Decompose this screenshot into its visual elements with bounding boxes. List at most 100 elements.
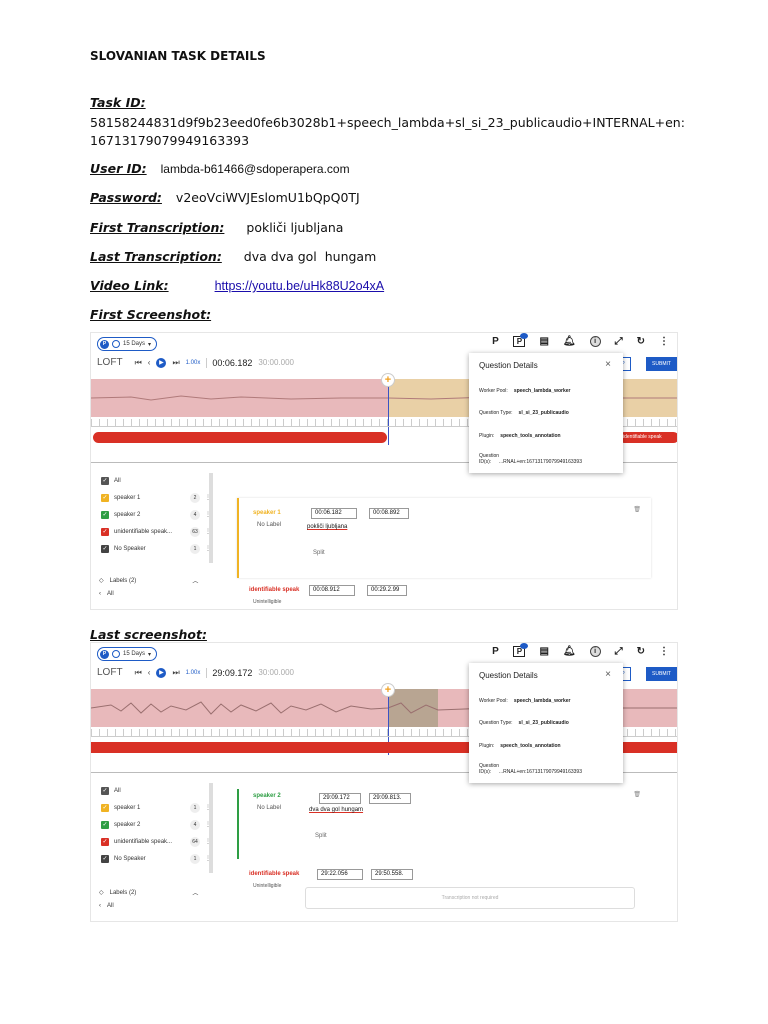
speaker-row[interactable]: ✓ No Speaker 1 ⋮ xyxy=(101,540,211,557)
expand-icon[interactable]: ⤢ xyxy=(615,336,623,347)
labels-header[interactable]: Labels (2) xyxy=(110,578,137,584)
skip-back-icon-2[interactable]: ⏮ xyxy=(135,668,142,678)
chevron-left-icon[interactable]: ‹ xyxy=(99,591,101,597)
segment-end-2[interactable]: 00:29.2.99 xyxy=(367,585,407,596)
speaker-row[interactable]: ✓ speaker 2 4 ⋮ xyxy=(101,506,211,523)
bell-icon-2[interactable]: 🔔︎ xyxy=(563,646,576,657)
checkbox-icon[interactable]: ✓ xyxy=(101,510,109,519)
segment-end[interactable]: 00:08.892 xyxy=(369,508,409,519)
prev-icon-2[interactable]: ‹ xyxy=(148,668,151,677)
submit-button-2[interactable]: SUBMIT xyxy=(646,667,677,681)
segment-card-4[interactable]: identifiable speak Unintelligible 29:22.… xyxy=(237,867,651,917)
play-icon-2[interactable]: ▶ xyxy=(156,667,167,678)
segment-bar[interactable] xyxy=(93,432,387,443)
speaker-row[interactable]: ✓ unidentifiable speak... 64 ⋮ xyxy=(101,833,211,850)
segment-label-2[interactable]: Unintelligible xyxy=(253,599,281,605)
submit-button[interactable]: SUBMIT xyxy=(646,357,677,371)
chevron-up-icon-2[interactable]: ︿ xyxy=(192,888,198,897)
segment-card-2[interactable]: identifiable speak Unintelligible 00:08.… xyxy=(237,583,651,609)
loft-label-2: LOFT xyxy=(97,667,123,678)
user-id-label: User ID: xyxy=(90,161,147,176)
close-icon-2[interactable]: × xyxy=(605,669,611,680)
question-type-row: Question Type: sl_si_23_publicaudio xyxy=(479,410,569,416)
calculator-icon[interactable]: ▤ xyxy=(539,336,548,347)
segment-label[interactable]: No Label xyxy=(257,522,281,528)
speaker-list-scrollbar-2[interactable] xyxy=(209,783,213,873)
checkbox-icon[interactable]: ✓ xyxy=(101,476,109,485)
segment-start-3[interactable]: 29:09.172 xyxy=(319,793,361,804)
speaker-row[interactable]: ✓ All xyxy=(101,782,211,799)
labels-header-2[interactable]: Labels (2) xyxy=(110,890,137,896)
next-icon-2[interactable]: ⏭ xyxy=(172,668,179,678)
split-button-3[interactable]: Split xyxy=(315,833,327,839)
speaker-row[interactable]: ✓ speaker 1 2 ⋮ xyxy=(101,489,211,506)
skip-back-icon[interactable]: ⏮ xyxy=(135,358,142,368)
player-controls: LOFT ⏮ ‹ ▶ ⏭ 1.00x 00:06.182 30:00.000 xyxy=(97,357,294,368)
segment-speaker[interactable]: speaker 1 xyxy=(253,510,281,516)
question-id-row-2: Question ID(s): ...RNAL+en:16713179079949… xyxy=(479,763,582,775)
speaker-row[interactable]: ✓ speaker 2 4 ⋮ xyxy=(101,816,211,833)
checkbox-icon[interactable]: ✓ xyxy=(101,544,109,553)
p-badge-button[interactable]: P xyxy=(513,333,529,347)
checkbox-icon[interactable]: ✓ xyxy=(101,527,109,536)
labels-all-2[interactable]: All xyxy=(107,903,114,909)
refresh-icon-2[interactable]: ↻ xyxy=(637,646,645,657)
segment-start-2[interactable]: 00:08.912 xyxy=(309,585,355,596)
speaker-row[interactable]: ✓ speaker 1 1 ⋮ xyxy=(101,799,211,816)
play-icon[interactable]: ▶ xyxy=(156,357,167,368)
segment-end-3[interactable]: 29:09.813. xyxy=(369,793,411,804)
next-icon[interactable]: ⏭ xyxy=(172,358,179,368)
segment-transcript[interactable]: pokliči ljubljana xyxy=(307,524,347,530)
add-segment-icon[interactable]: + xyxy=(381,373,395,387)
speaker-row[interactable]: ✓ unidentifiable speak... 63 ⋮ xyxy=(101,523,211,540)
segment-speaker-4[interactable]: identifiable speak xyxy=(249,871,299,877)
add-segment-icon-2[interactable]: + xyxy=(381,683,395,697)
more-icon[interactable]: ⋮ xyxy=(659,336,669,347)
segment-speaker-3[interactable]: speaker 2 xyxy=(253,793,281,799)
playhead[interactable] xyxy=(388,377,389,445)
speaker-list-scrollbar[interactable] xyxy=(209,473,213,563)
segment-speaker-2[interactable]: identifiable speak xyxy=(249,587,299,593)
checkbox-icon[interactable]: ✓ xyxy=(101,854,109,863)
segment-bar-label[interactable]: identifiable speak xyxy=(619,432,677,443)
segment-card-1[interactable]: speaker 1 No Label 00:06.182 00:08.892 p… xyxy=(237,498,651,578)
segment-label-3[interactable]: No Label xyxy=(257,805,281,811)
checkbox-icon[interactable]: ✓ xyxy=(101,820,109,829)
info-icon-2[interactable]: i xyxy=(589,646,601,657)
checkbox-icon[interactable]: ✓ xyxy=(101,786,109,795)
more-icon-2[interactable]: ⋮ xyxy=(659,646,669,657)
refresh-icon[interactable]: ↻ xyxy=(637,336,645,347)
speed-value-2[interactable]: 1.00x xyxy=(186,670,201,676)
trash-icon[interactable]: 🗑︎ xyxy=(633,506,641,513)
trash-icon-3[interactable]: 🗑︎ xyxy=(633,791,641,798)
bell-icon[interactable]: 🔔︎ xyxy=(563,336,576,347)
expand-icon-2[interactable]: ⤢ xyxy=(615,646,623,657)
speaker-row[interactable]: ✓ No Speaker 1 ⋮ xyxy=(101,850,211,867)
speaker-row[interactable]: ✓ All xyxy=(101,472,211,489)
clock-icon-2 xyxy=(112,650,120,658)
speed-value[interactable]: 1.00x xyxy=(186,360,201,366)
checkbox-icon[interactable]: ✓ xyxy=(101,493,109,502)
chevron-left-icon-2[interactable]: ‹ xyxy=(99,903,101,909)
project-chip-2[interactable]: P 15 Days ▾ xyxy=(97,647,158,661)
calculator-icon-2[interactable]: ▤ xyxy=(539,646,548,657)
segment-card-3[interactable]: speaker 2 No Label 29:09.172 29:09.813. … xyxy=(237,789,651,859)
info-icon[interactable]: i xyxy=(589,336,601,347)
p-button-2[interactable]: P xyxy=(491,646,499,657)
prev-icon[interactable]: ‹ xyxy=(148,358,151,367)
segment-transcript-3[interactable]: dva dva gol hungam xyxy=(309,807,363,813)
labels-all[interactable]: All xyxy=(107,591,114,597)
segment-start-4[interactable]: 29:22.056 xyxy=(317,869,363,880)
segment-start[interactable]: 00:06.182 xyxy=(311,508,357,519)
segment-end-4[interactable]: 29:50.558. xyxy=(371,869,413,880)
project-chip[interactable]: P 15 Days ▾ xyxy=(97,337,158,351)
split-button[interactable]: Split xyxy=(313,550,325,556)
p-badge-button-2[interactable]: P xyxy=(513,643,529,657)
p-button[interactable]: P xyxy=(491,336,499,347)
close-icon[interactable]: × xyxy=(605,359,611,370)
segment-label-4[interactable]: Unintelligible xyxy=(253,883,281,889)
chevron-up-icon[interactable]: ︿ xyxy=(192,576,198,585)
checkbox-icon[interactable]: ✓ xyxy=(101,803,109,812)
checkbox-icon[interactable]: ✓ xyxy=(101,837,109,846)
video-link[interactable]: https://youtu.be/uHk88U2o4xA xyxy=(215,279,385,293)
